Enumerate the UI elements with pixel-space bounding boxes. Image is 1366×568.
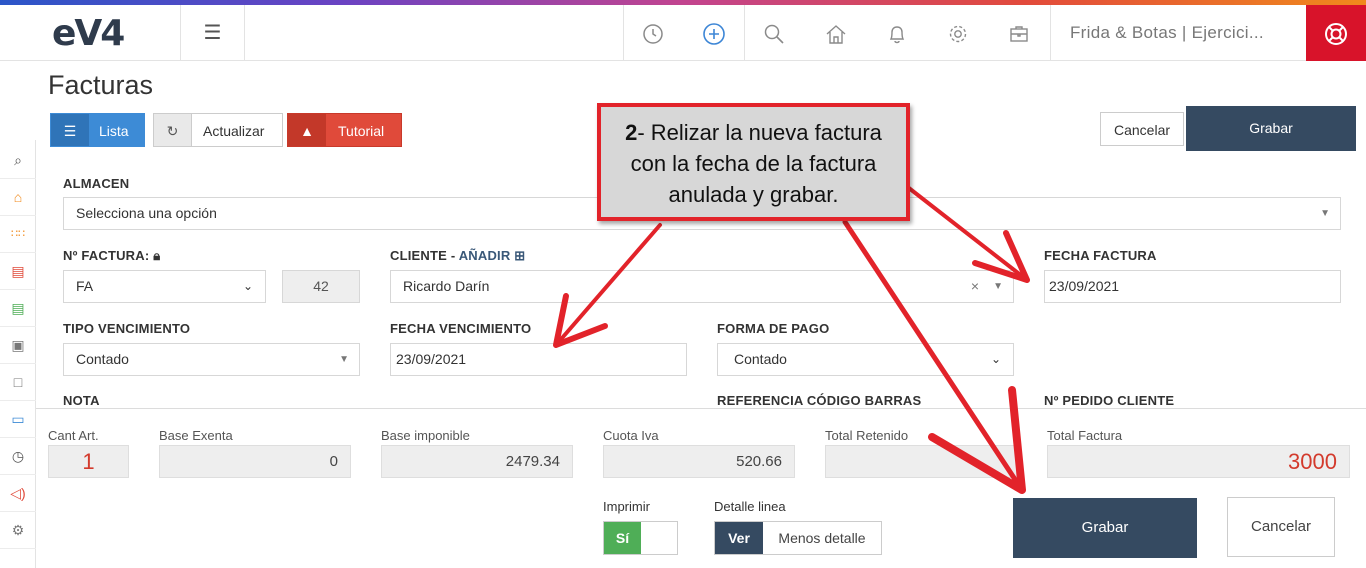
annotation-arrows [553,183,1030,494]
arrow-to-fecha-venc [554,223,662,347]
arrow-to-grabar [842,219,1025,493]
instruction-callout: 2- Relizar la nueva factura con la fecha… [597,103,910,221]
